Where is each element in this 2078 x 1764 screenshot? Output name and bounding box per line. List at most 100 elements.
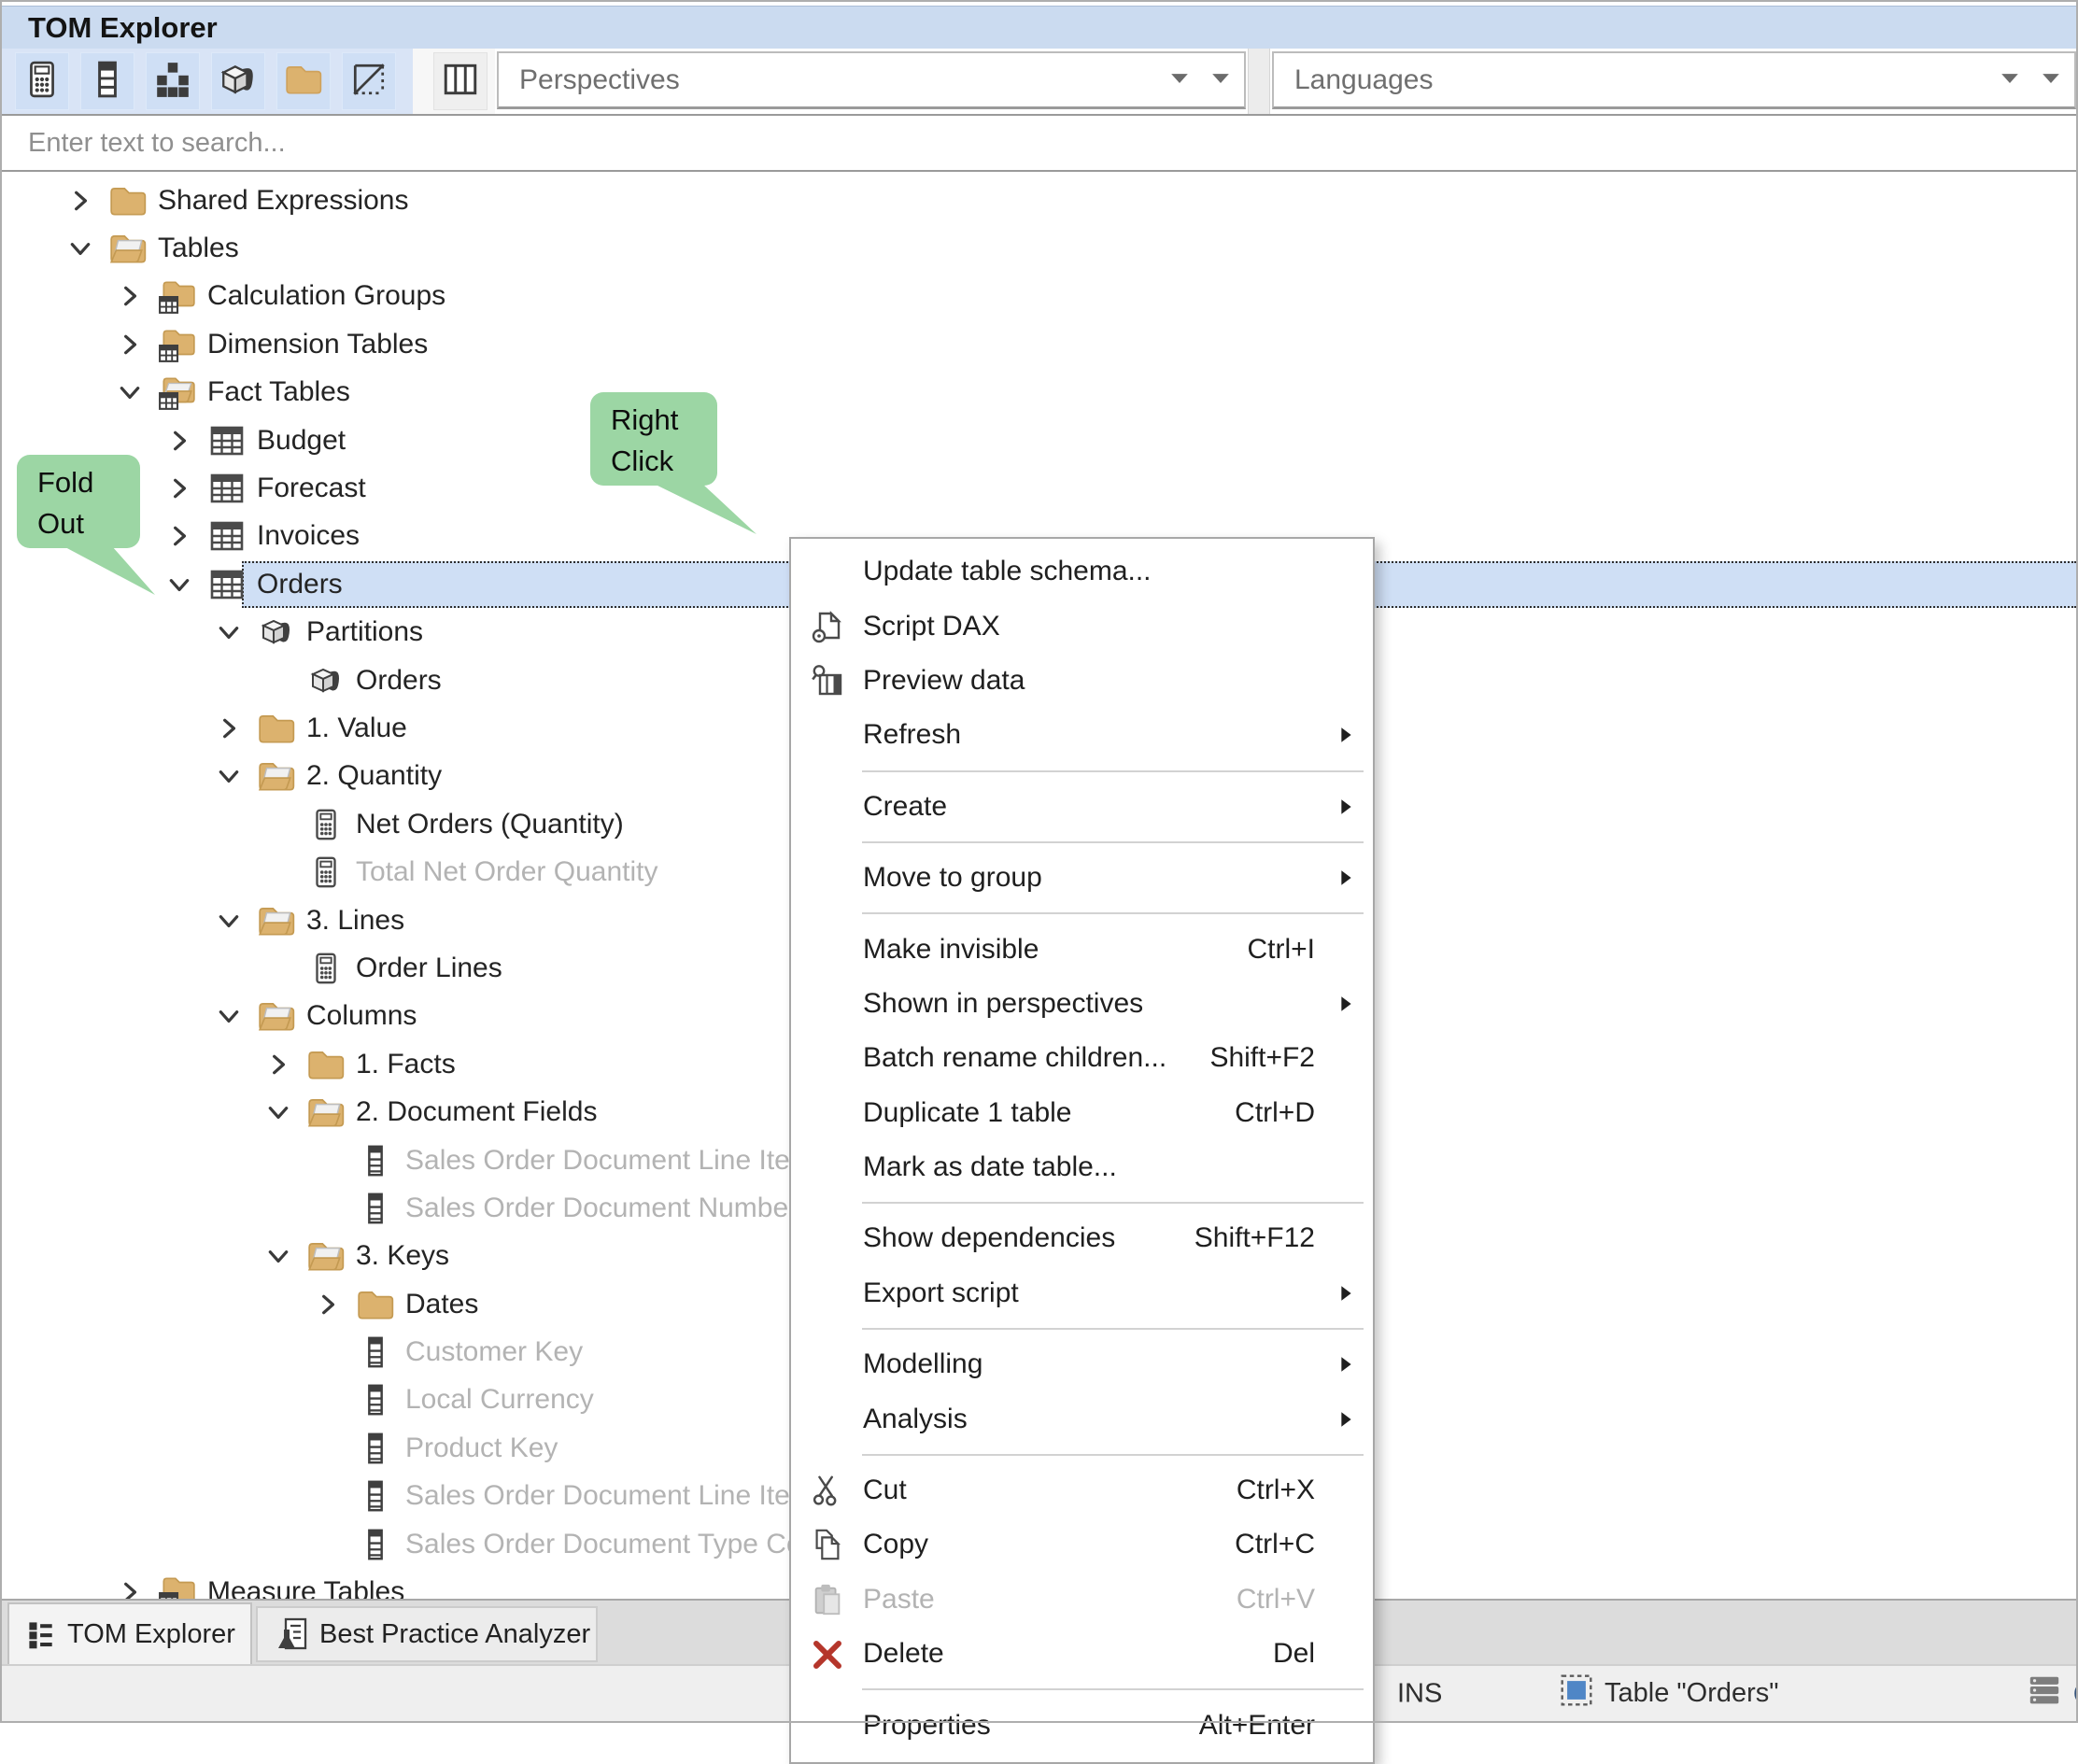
tree-item-label: Calculation Groups [207,280,445,312]
copy-icon [800,1517,855,1572]
menu-item-label: Show dependencies [863,1222,1115,1254]
tb-measure-icon [22,60,62,104]
menu-item-properties[interactable]: PropertiesAlt+Enter [791,1698,1373,1752]
chevron-down-icon[interactable] [68,236,92,261]
chevron-right-icon[interactable] [316,1292,340,1317]
chevron-right-icon[interactable] [118,332,142,357]
menu-icon-spacer [800,923,855,977]
tb-partition-icon [219,60,258,104]
menu-icon-spacer [800,977,855,1031]
measures-toggle-button[interactable] [15,52,69,110]
tree-row-shared-expressions[interactable]: Shared Expressions [2,176,2076,224]
tree-row-forecast[interactable]: Forecast [2,464,2076,512]
column-icon [356,1525,395,1564]
menu-item-delete[interactable]: DeleteDel [791,1627,1373,1681]
perspectives-view-button[interactable] [433,52,488,110]
menu-item-label: Make invisible [863,934,1039,966]
folder-open-icon [108,229,148,268]
tree-item-label: Budget [257,425,346,457]
tree-row-fact-tables[interactable]: Fact Tables [2,369,2076,416]
menu-item-create[interactable]: Create [791,780,1373,834]
chevron-right-icon[interactable] [266,1052,290,1077]
columns-toggle-button[interactable] [80,52,134,110]
measure-icon [306,949,346,988]
column-icon [356,1380,395,1419]
tree-row-tables[interactable]: Tables [2,224,2076,272]
perspectives-dropdown[interactable]: Perspectives [497,51,1246,109]
languages-dropdown-label: Languages [1294,64,1433,96]
chevron-down-icon[interactable] [266,1244,290,1268]
folder-closed-icon [306,1045,346,1084]
menu-item-preview-data[interactable]: Preview data [791,654,1373,708]
submenu-arrow-icon [1340,995,1352,1012]
menu-icon-spacer [800,1211,855,1265]
tab-best-practice-analyzer[interactable]: Best Practice Analyzer [256,1606,598,1662]
tree-row-budget[interactable]: Budget [2,416,2076,464]
folder-open-icon [257,901,296,940]
search-bar [2,114,2076,172]
fold-out-callout: Fold Out [17,455,140,548]
menu-item-label: Properties [863,1710,991,1742]
menu-separator [791,1194,1373,1211]
chevron-down-icon[interactable] [217,764,241,788]
chevron-down-icon[interactable] [118,380,142,404]
table-icon [207,565,247,604]
submenu-arrow-icon [1340,1356,1352,1373]
hierarchies-toggle-button[interactable] [146,52,200,110]
table-context-menu: Update table schema...Script DAXPreview … [789,537,1375,1764]
menu-icon-spacer [800,1266,855,1320]
menu-item-refresh[interactable]: Refresh [791,708,1373,762]
chevron-down-icon[interactable] [167,572,191,597]
menu-item-mark-as-date-table[interactable]: Mark as date table... [791,1140,1373,1194]
chevron-right-icon[interactable] [118,1580,142,1599]
hidden-objects-toggle-button[interactable] [342,52,396,110]
chevron-right-icon[interactable] [217,716,241,741]
tree-row-dimension-tables[interactable]: Dimension Tables [2,320,2076,368]
tb-panes-icon [441,60,480,104]
chevron-down-icon[interactable] [217,909,241,933]
right-click-callout-line1: Right [611,400,717,441]
menu-item-shown-in-perspectives[interactable]: Shown in perspectives [791,977,1373,1031]
partitions-toggle-button[interactable] [211,52,265,110]
tree-item-label: Dimension Tables [207,329,428,360]
menu-item-copy[interactable]: CopyCtrl+C [791,1517,1373,1572]
languages-dropdown[interactable]: Languages [1272,51,2076,109]
tab-tom-explorer[interactable]: TOM Explorer [7,1602,252,1664]
right-click-callout: Right Click [590,392,717,486]
search-input[interactable] [2,116,2076,170]
partition-icon [257,613,296,652]
bpa-icon [273,1616,310,1653]
submenu-arrow-icon [1340,1285,1352,1302]
menu-icon-spacer [800,1337,855,1391]
menu-item-analysis[interactable]: Analysis [791,1391,1373,1446]
menu-item-move-to-group[interactable]: Move to group [791,851,1373,905]
tree-row-calculation-groups[interactable]: Calculation Groups [2,273,2076,320]
menu-item-update-table-schema[interactable]: Update table schema... [791,544,1373,599]
display-folders-toggle-button[interactable] [276,52,331,110]
column-icon [356,1476,395,1516]
menu-item-cut[interactable]: CutCtrl+X [791,1463,1373,1517]
chevron-down-icon[interactable] [217,1004,241,1028]
chevron-down-icon[interactable] [266,1100,290,1124]
languages-dropdown-arrows[interactable] [2000,71,2061,89]
tree-item-label: Total Net Order Quantity [356,856,657,888]
chevron-right-icon[interactable] [167,476,191,501]
chevron-right-icon[interactable] [167,524,191,548]
menu-item-duplicate-1-table[interactable]: Duplicate 1 tableCtrl+D [791,1086,1373,1140]
menu-separator [791,834,1373,851]
menu-item-batch-rename-children[interactable]: Batch rename children...Shift+F2 [791,1031,1373,1085]
chevron-right-icon[interactable] [167,429,191,453]
chevron-right-icon[interactable] [118,284,142,308]
server-status: C [2027,1672,2078,1715]
chevron-right-icon[interactable] [68,189,92,213]
menu-item-make-invisible[interactable]: Make invisibleCtrl+I [791,922,1373,976]
delete-x-icon [800,1627,855,1681]
table-folder-closed-icon [158,1573,197,1599]
menu-item-modelling[interactable]: Modelling [791,1337,1373,1391]
menu-item-show-dependencies[interactable]: Show dependenciesShift+F12 [791,1211,1373,1265]
menu-item-script-dax[interactable]: Script DAX [791,599,1373,653]
menu-item-export-script[interactable]: Export script [791,1266,1373,1320]
perspectives-dropdown-arrows[interactable] [1169,71,1231,89]
table-icon [207,421,247,460]
chevron-down-icon[interactable] [217,620,241,644]
